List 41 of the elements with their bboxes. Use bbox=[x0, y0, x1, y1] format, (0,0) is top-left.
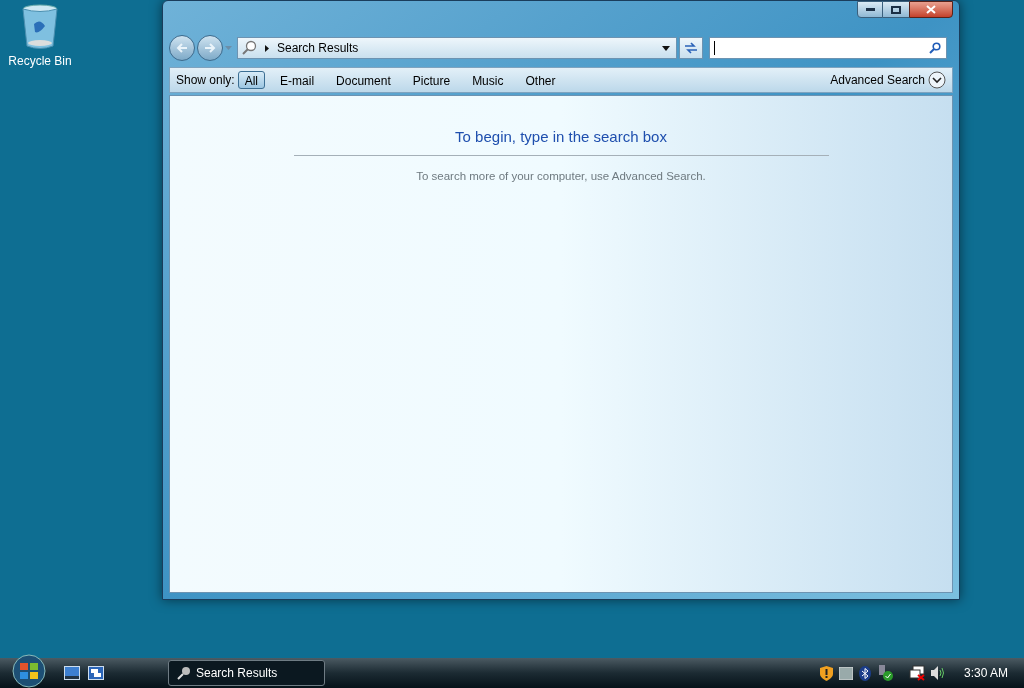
forward-button[interactable] bbox=[197, 35, 223, 61]
search-icon[interactable] bbox=[929, 42, 941, 54]
filter-tab[interactable]: Document bbox=[329, 71, 398, 89]
empty-state-heading: To begin, type in the search box bbox=[293, 126, 829, 156]
empty-state-hint: To search more of your computer, use Advanced Search. bbox=[416, 168, 706, 184]
maximize-button[interactable] bbox=[883, 1, 909, 18]
minimize-button[interactable] bbox=[857, 1, 883, 18]
bluetooth-icon[interactable] bbox=[858, 665, 871, 681]
forward-arrow-icon bbox=[204, 43, 216, 53]
taskbar-button[interactable]: Search Results bbox=[168, 660, 325, 686]
search-field[interactable] bbox=[709, 37, 947, 59]
recycle-bin-icon[interactable] bbox=[21, 4, 59, 50]
close-icon bbox=[926, 5, 936, 14]
filter-tab[interactable]: Music bbox=[465, 71, 511, 89]
switch-windows-icon[interactable] bbox=[88, 666, 104, 680]
desktop-icon[interactable] bbox=[64, 666, 80, 680]
search-icon bbox=[177, 666, 191, 680]
refresh-button[interactable] bbox=[679, 37, 703, 59]
refresh-icon bbox=[684, 42, 698, 54]
icon-label: Recycle Bin bbox=[8, 53, 72, 70]
tray-app-icon[interactable] bbox=[838, 666, 853, 680]
network-disconnected-icon[interactable] bbox=[908, 665, 925, 681]
filter-tab[interactable]: E-mail bbox=[273, 71, 322, 89]
address-bar[interactable]: Search Results bbox=[237, 37, 677, 59]
clock[interactable]: 3:30 AM bbox=[963, 664, 1008, 682]
speaker-icon[interactable] bbox=[930, 666, 946, 680]
advanced-search-link[interactable]: Advanced Search bbox=[830, 71, 925, 89]
filter-tab[interactable]: Picture bbox=[405, 71, 458, 89]
address-text: Search Results bbox=[277, 40, 360, 57]
search-icon bbox=[241, 40, 257, 56]
usb-device-icon[interactable] bbox=[876, 665, 893, 681]
dropdown-icon[interactable] bbox=[662, 45, 670, 51]
filter-tab[interactable]: Other bbox=[518, 71, 563, 89]
breadcrumb-arrow-icon bbox=[265, 44, 269, 52]
back-arrow-icon bbox=[176, 43, 188, 53]
shield-warning-icon[interactable] bbox=[819, 665, 833, 681]
show-only-label: Show only: bbox=[176, 72, 235, 89]
expand-icon[interactable] bbox=[928, 71, 946, 89]
close-button[interactable] bbox=[909, 1, 953, 18]
back-button[interactable] bbox=[169, 35, 195, 61]
filter-tab[interactable]: All bbox=[237, 71, 266, 89]
